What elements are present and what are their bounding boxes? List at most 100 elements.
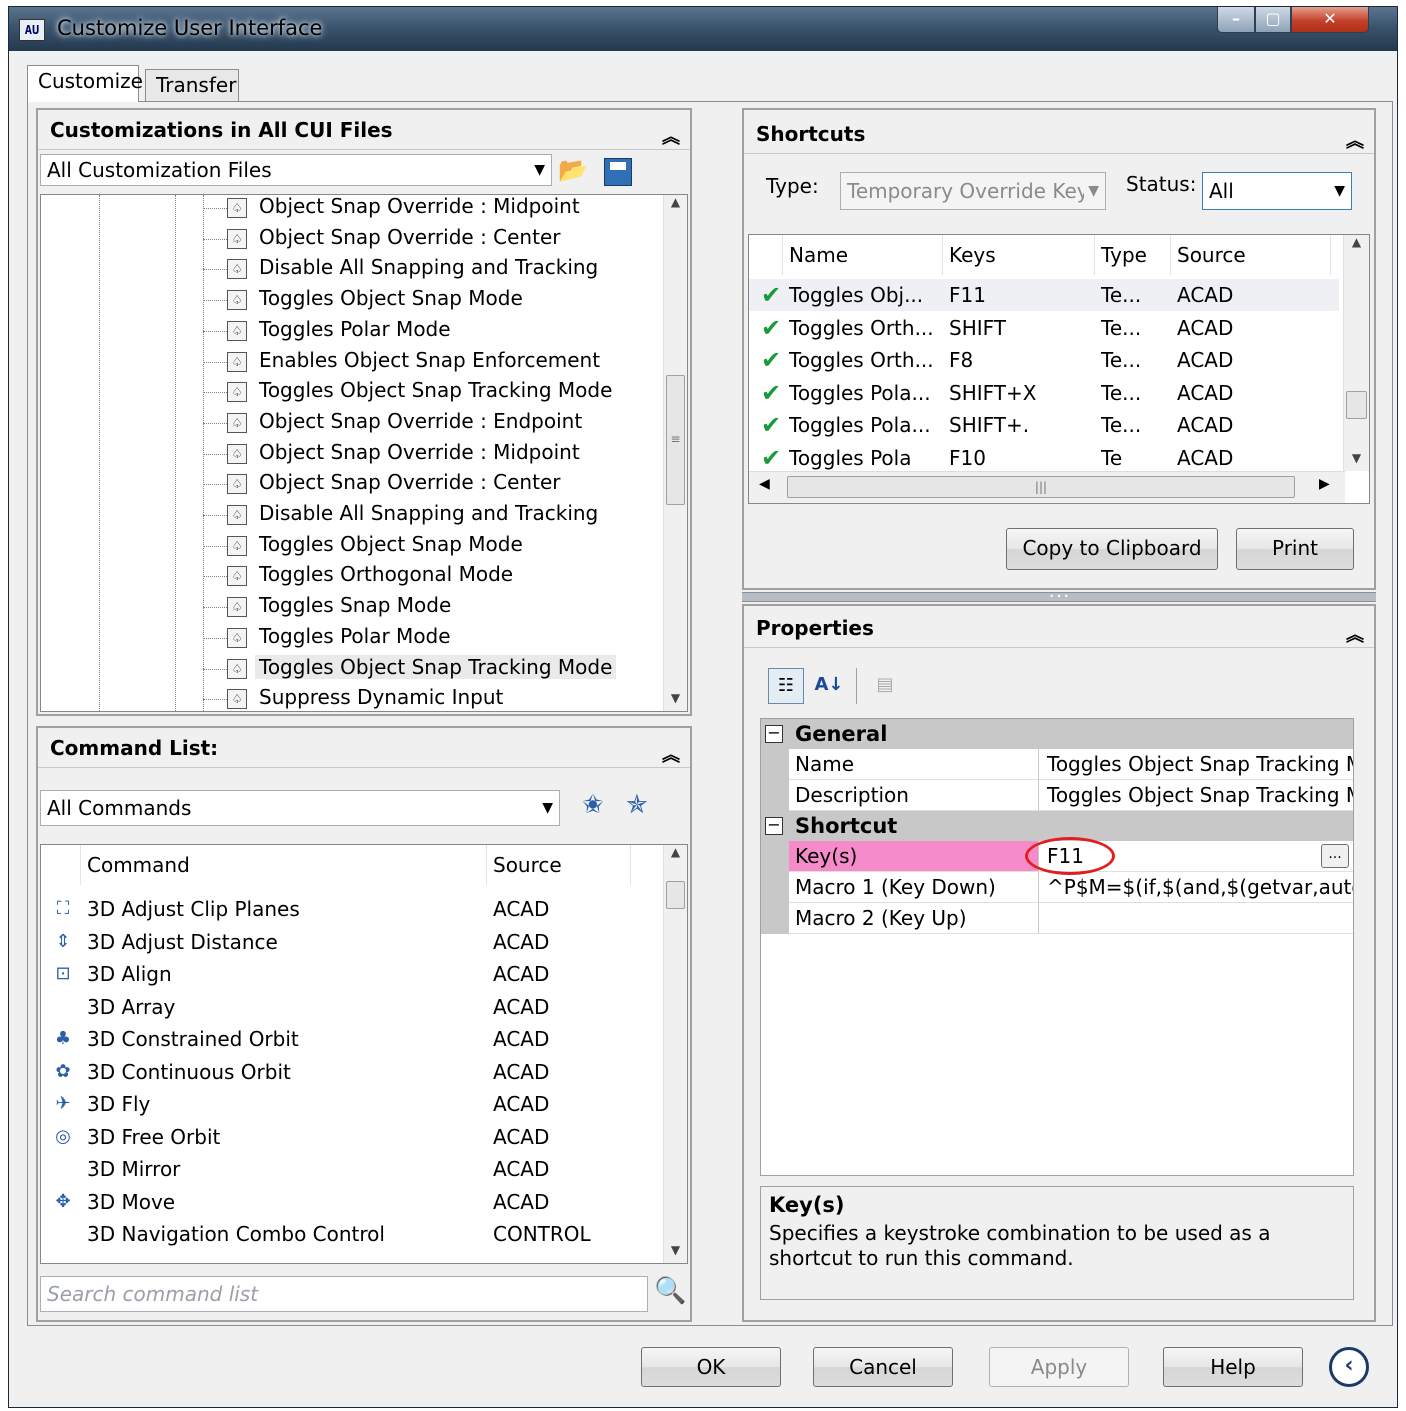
table-row[interactable]: 3D Mirror ACAD bbox=[41, 1153, 661, 1185]
search-command-input[interactable]: Search command list bbox=[40, 1276, 648, 1312]
scroll-up-arrow-icon[interactable]: ▲ bbox=[1344, 235, 1369, 255]
help-button[interactable]: Help bbox=[1163, 1347, 1303, 1387]
table-row[interactable]: ✥ 3D Move ACAD bbox=[41, 1186, 661, 1218]
scroll-down-arrow-icon[interactable]: ▼ bbox=[664, 1243, 687, 1263]
tree-item[interactable]: ♤ Enables Object Snap Enforcement bbox=[41, 347, 661, 378]
command-filter-dropdown[interactable]: All Commands ▼ bbox=[40, 790, 560, 826]
tree-item[interactable]: ♤ Toggles Object Snap Mode bbox=[41, 531, 661, 562]
maximize-button[interactable]: ▢ bbox=[1255, 7, 1291, 33]
tree-item[interactable]: ♤ Toggles Polar Mode bbox=[41, 623, 661, 654]
column-header-source[interactable]: Source bbox=[487, 845, 631, 885]
table-row[interactable]: 3D Array ACAD bbox=[41, 991, 661, 1023]
hscroll-thumb[interactable]: ||| bbox=[787, 476, 1295, 498]
table-row[interactable]: ◎ 3D Free Orbit ACAD bbox=[41, 1121, 661, 1153]
scroll-up-arrow-icon[interactable]: ▲ bbox=[664, 195, 687, 215]
tree-item[interactable]: ♤ Disable All Snapping and Tracking bbox=[41, 254, 661, 285]
property-value[interactable]: ^P$M=$(if,$(and,$(getvar,autosnap),16),$… bbox=[1039, 872, 1353, 903]
property-row[interactable]: Macro 2 (Key Up) bbox=[761, 903, 1353, 934]
property-grid[interactable]: − General Name Toggles Object Snap Tracking… bbox=[760, 718, 1354, 1176]
property-value[interactable] bbox=[1039, 903, 1353, 934]
tree-item[interactable]: ♤ Object Snap Override : Midpoint bbox=[41, 439, 661, 470]
open-file-icon[interactable]: 📂 bbox=[558, 156, 590, 186]
splitter-handle[interactable]: • • • bbox=[742, 592, 1376, 602]
command-table[interactable]: Command Source ⛶ 3D Adjust Clip Planes ACA… bbox=[40, 844, 688, 1264]
type-dropdown[interactable]: Temporary Override Keys ▼ bbox=[840, 172, 1106, 210]
property-row[interactable]: Description Toggles Object Snap Tracking … bbox=[761, 780, 1353, 811]
print-button[interactable]: Print bbox=[1236, 528, 1354, 570]
tree-item[interactable]: ♤ Suppress Dynamic Input bbox=[41, 684, 661, 711]
categorized-view-icon[interactable]: ☷ bbox=[768, 668, 804, 704]
table-row[interactable]: ⇕ 3D Adjust Distance ACAD bbox=[41, 926, 661, 958]
tree-item[interactable]: ♤ Toggles Object Snap Mode bbox=[41, 285, 661, 316]
scroll-down-arrow-icon[interactable]: ▼ bbox=[664, 691, 687, 711]
table-row[interactable]: ♣ 3D Constrained Orbit ACAD bbox=[41, 1023, 661, 1055]
ellipsis-button[interactable]: ... bbox=[1321, 844, 1349, 868]
tree-item[interactable]: ♤ Toggles Orthogonal Mode bbox=[41, 561, 661, 592]
minimize-button[interactable]: – bbox=[1217, 7, 1255, 33]
apply-button[interactable]: Apply bbox=[989, 1347, 1129, 1387]
category-general[interactable]: − General bbox=[761, 719, 1353, 749]
collapse-chevron-icon[interactable]: ︽ bbox=[1346, 616, 1364, 656]
command-scrollbar[interactable]: ▲ ▼ bbox=[663, 845, 687, 1263]
filter-star-icon[interactable]: ✯ bbox=[626, 790, 648, 820]
table-row[interactable]: ✿ 3D Continuous Orbit ACAD bbox=[41, 1056, 661, 1088]
column-header-type[interactable]: Type bbox=[1095, 235, 1171, 275]
status-dropdown[interactable]: All ▼ bbox=[1202, 172, 1352, 210]
new-command-star-icon[interactable]: ✬ bbox=[582, 790, 604, 820]
sort-alphabetical-icon[interactable]: A↓ bbox=[812, 668, 846, 704]
tree-item[interactable]: ♤ Toggles Object Snap Tracking Mode bbox=[41, 654, 661, 685]
table-row[interactable]: ✔ Toggles Pola F10 Te ACAD bbox=[749, 442, 1339, 472]
tree-item[interactable]: ♤ Object Snap Override : Endpoint bbox=[41, 408, 661, 439]
table-row[interactable]: ⊡ 3D Align ACAD bbox=[41, 958, 661, 990]
collapse-minus-icon[interactable]: − bbox=[765, 725, 783, 743]
scroll-thumb[interactable] bbox=[1346, 391, 1367, 419]
table-row[interactable]: ✈ 3D Fly ACAD bbox=[41, 1088, 661, 1120]
table-row[interactable]: ⛶ 3D Adjust Clip Planes ACAD bbox=[41, 893, 661, 925]
collapse-panels-icon[interactable]: ‹ bbox=[1329, 1347, 1369, 1387]
table-row[interactable]: 3D Navigation Combo Control CONTROL bbox=[41, 1218, 661, 1250]
cui-files-dropdown[interactable]: All Customization Files ▼ bbox=[40, 154, 552, 186]
table-row[interactable]: ✔ Toggles Orth... F8 Te... ACAD bbox=[749, 344, 1339, 376]
tree-item[interactable]: ♤ Object Snap Override : Midpoint bbox=[41, 195, 661, 224]
property-value[interactable]: Toggles Object Snap Tracking Mode bbox=[1039, 749, 1353, 780]
column-header-name[interactable]: Name bbox=[783, 235, 943, 275]
scroll-thumb[interactable] bbox=[666, 881, 685, 909]
table-row[interactable]: ✔ Toggles Pola... SHIFT+. Te... ACAD bbox=[749, 409, 1339, 441]
scroll-down-arrow-icon[interactable]: ▼ bbox=[1344, 451, 1369, 471]
property-value[interactable]: Toggles Object Snap Tracking Mode bbox=[1039, 780, 1353, 811]
column-header-source[interactable]: Source bbox=[1171, 235, 1331, 275]
tree-item[interactable]: ♤ Toggles Polar Mode bbox=[41, 316, 661, 347]
search-icon[interactable]: 🔍 bbox=[654, 1276, 686, 1310]
shortcuts-table[interactable]: Name Keys Type Source ✔ Toggles Obj... F11… bbox=[748, 234, 1370, 504]
collapse-chevron-icon[interactable]: ︽ bbox=[662, 736, 680, 776]
scroll-left-arrow-icon[interactable]: ◀ bbox=[759, 476, 770, 492]
tree-item[interactable]: ♤ Object Snap Override : Center bbox=[41, 224, 661, 255]
property-row[interactable]: Key(s) F11... bbox=[761, 837, 1353, 875]
tab-customize[interactable]: Customize bbox=[27, 65, 143, 102]
tree-scrollbar[interactable]: ▲ ≡ ▼ bbox=[663, 195, 687, 711]
tree-item[interactable]: ♤ Toggles Snap Mode bbox=[41, 592, 661, 623]
ok-button[interactable]: OK bbox=[641, 1347, 781, 1387]
category-shortcut[interactable]: − Shortcut bbox=[761, 811, 1353, 841]
tree-item[interactable]: ♤ Disable All Snapping and Tracking bbox=[41, 500, 661, 531]
table-row[interactable]: ✔ Toggles Pola... SHIFT+X Te... ACAD bbox=[749, 377, 1339, 409]
collapse-minus-icon[interactable]: − bbox=[765, 817, 783, 835]
copy-to-clipboard-button[interactable]: Copy to Clipboard bbox=[1006, 528, 1218, 570]
title-bar[interactable]: AU Customize User Interface – ▢ ✕ bbox=[9, 7, 1397, 51]
tree-item[interactable]: ♤ Object Snap Override : Center bbox=[41, 469, 661, 500]
collapse-chevron-icon[interactable]: ︽ bbox=[662, 118, 680, 158]
property-row[interactable]: NameToggles Object Snap Tracking Mode bbox=[761, 749, 1353, 780]
column-header-keys[interactable]: Keys bbox=[943, 235, 1095, 275]
shortcuts-hscrollbar[interactable]: ◀ ||| ▶ bbox=[749, 471, 1345, 503]
tree-item[interactable]: ♤ Toggles Object Snap Tracking Mode bbox=[41, 377, 661, 408]
scroll-up-arrow-icon[interactable]: ▲ bbox=[664, 845, 687, 865]
property-row[interactable]: Macro 1 (Key Down) ^P$M=$(if,$(and,$(getv… bbox=[761, 872, 1353, 903]
tab-transfer[interactable]: Transfer bbox=[145, 69, 239, 101]
cui-tree[interactable]: ♤ Object Snap Override : Midpoint ♤ Object … bbox=[40, 194, 688, 712]
close-button[interactable]: ✕ bbox=[1291, 7, 1369, 33]
column-header-command[interactable]: Command bbox=[81, 845, 487, 885]
collapse-chevron-icon[interactable]: ︽ bbox=[1346, 122, 1364, 162]
scroll-thumb[interactable]: ≡ bbox=[666, 375, 685, 505]
shortcuts-vscrollbar[interactable]: ▲ ▼ bbox=[1343, 235, 1369, 471]
table-row[interactable]: ✔ Toggles Obj... F11 Te... ACAD bbox=[749, 279, 1339, 311]
